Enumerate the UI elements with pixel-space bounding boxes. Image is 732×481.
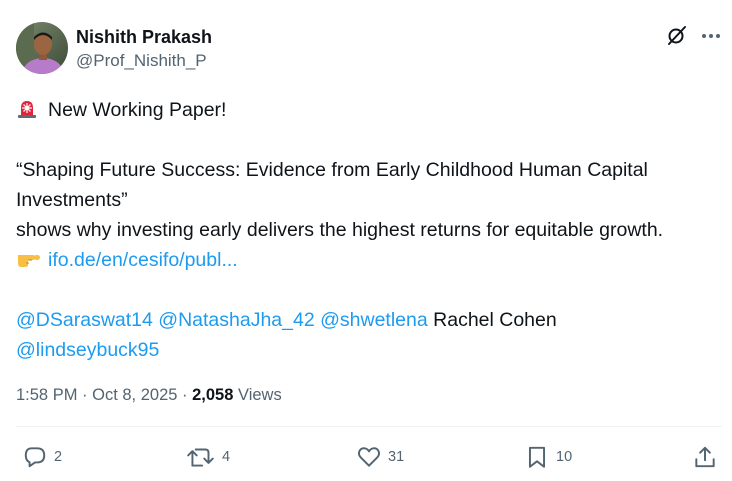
reply-icon: [24, 447, 46, 468]
rotating-light-emoji: [16, 97, 38, 119]
avatar[interactable]: [16, 22, 68, 74]
mention-link[interactable]: @NatashaJha_42: [158, 309, 314, 331]
mention-plain-name: Rachel Cohen: [433, 309, 557, 331]
views-label: Views: [238, 386, 282, 404]
tweet-time[interactable]: 1:58 PM: [16, 386, 77, 404]
action-bar: 2 4 31 10: [0, 441, 732, 477]
mention-link[interactable]: @lindseybuck95: [16, 339, 159, 361]
tweet-link-line: ifo.de/en/cesifo/publ...: [16, 245, 726, 275]
grok-icon[interactable]: [666, 24, 688, 46]
meta-separator: ·: [77, 386, 93, 404]
repost-count: 4: [222, 449, 231, 465]
author-handle[interactable]: @Prof_Nishith_P: [76, 50, 207, 72]
tweet-headline: New Working Paper!: [48, 99, 227, 121]
tweet-line-1: New Working Paper!: [16, 95, 726, 125]
author-name[interactable]: Nishith Prakash: [76, 26, 212, 48]
meta-separator: ·: [177, 386, 193, 404]
reply-count: 2: [54, 449, 63, 465]
tweet-line-4: shows why investing early delivers the h…: [16, 219, 664, 241]
tweet-header: Nishith Prakash @Prof_Nishith_P: [16, 22, 720, 76]
tweet-date[interactable]: Oct 8, 2025: [92, 386, 177, 404]
mentions-line-1: @DSaraswat14 @NatashaJha_42 @shwetlena R…: [16, 305, 726, 335]
bookmark-button[interactable]: 10: [524, 441, 572, 473]
share-icon: [695, 446, 715, 468]
tweet-text: New Working Paper! “Shaping Future Succe…: [16, 95, 726, 365]
backhand-index-pointing-right-emoji: [16, 247, 42, 269]
mention-link[interactable]: @DSaraswat14: [16, 309, 153, 331]
mention-link[interactable]: @shwetlena: [320, 309, 428, 331]
like-count: 31: [388, 449, 405, 465]
reply-button[interactable]: 2: [22, 441, 62, 473]
share-button[interactable]: [692, 441, 718, 473]
tweet-meta: 1:58 PM · Oct 8, 2025 · 2,058 Views: [16, 383, 282, 407]
views-count: 2,058: [192, 386, 234, 404]
bookmark-count: 10: [556, 449, 573, 465]
tweet-line-3: Investments”: [16, 189, 128, 211]
tweet-line-2: “Shaping Future Success: Evidence from E…: [16, 159, 648, 181]
repost-icon: [187, 448, 214, 467]
heart-icon: [357, 447, 381, 467]
like-button[interactable]: 31: [356, 441, 404, 473]
divider: [16, 426, 722, 427]
more-icon[interactable]: [699, 24, 723, 46]
mentions-line-2: @lindseybuck95: [16, 335, 726, 365]
repost-button[interactable]: 4: [186, 441, 230, 473]
bookmark-icon: [528, 446, 546, 468]
paper-link[interactable]: ifo.de/en/cesifo/publ...: [48, 249, 238, 271]
